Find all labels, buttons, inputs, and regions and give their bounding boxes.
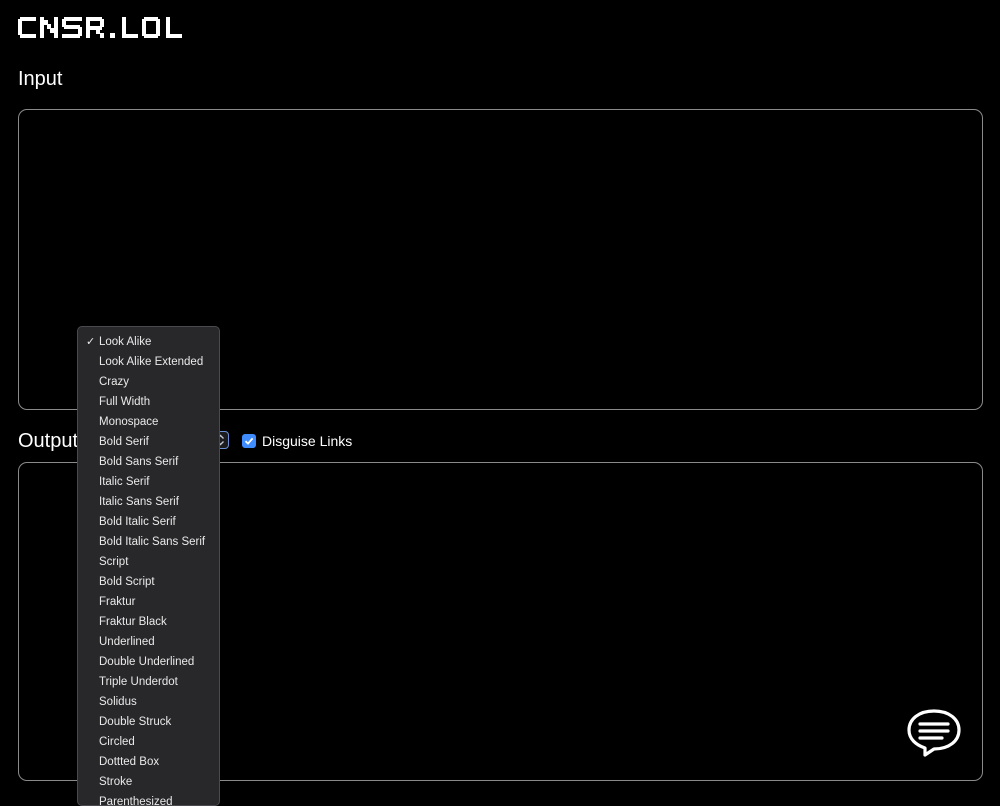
menu-item-label: Underlined [99, 636, 155, 648]
menu-item-label: Full Width [99, 396, 151, 408]
menu-item[interactable]: Bold Serif [78, 432, 219, 452]
menu-item-label: Double Struck [99, 716, 172, 728]
checkmark-icon: ✓ [86, 336, 96, 348]
menu-item[interactable]: Bold Sans Serif [78, 452, 219, 472]
menu-item[interactable]: Parenthesized [78, 792, 219, 806]
menu-item[interactable]: Script [78, 552, 219, 572]
menu-item[interactable]: Italic Serif [78, 472, 219, 492]
menu-item[interactable]: Double Underlined [78, 652, 219, 672]
checkmark-icon [244, 437, 254, 445]
menu-item[interactable]: Fraktur [78, 592, 219, 612]
menu-item-label: Fraktur [99, 596, 136, 608]
menu-item-label: Look Alike Extended [99, 356, 204, 368]
menu-item[interactable]: Look Alike Extended [78, 352, 219, 372]
menu-item[interactable]: Fraktur Black [78, 612, 219, 632]
menu-item[interactable]: Bold Italic Serif [78, 512, 219, 532]
menu-item[interactable]: Underlined [78, 632, 219, 652]
menu-item[interactable]: Circled [78, 732, 219, 752]
menu-item-label: Double Underlined [99, 656, 195, 668]
chat-button[interactable] [906, 708, 962, 763]
menu-item-label: Dottted Box [99, 756, 160, 768]
menu-item-label: Solidus [99, 696, 137, 708]
menu-item-label: Bold Sans Serif [99, 456, 179, 468]
disguise-links-label[interactable]: Disguise Links [262, 433, 352, 449]
menu-item-label: Look Alike [99, 336, 152, 348]
menu-item[interactable]: Bold Script [78, 572, 219, 592]
menu-item-label: Monospace [99, 416, 159, 428]
menu-item[interactable]: Triple Underdot [78, 672, 219, 692]
menu-item[interactable]: Bold Italic Sans Serif [78, 532, 219, 552]
chat-bubble-icon [907, 709, 961, 757]
menu-item-label: Bold Serif [99, 436, 149, 448]
menu-item-label: Circled [99, 736, 135, 748]
menu-item[interactable]: Italic Sans Serif [78, 492, 219, 512]
menu-item[interactable]: Stroke [78, 772, 219, 792]
menu-item-label: Bold Italic Serif [99, 516, 176, 528]
menu-item-label: Italic Serif [99, 476, 150, 488]
input-heading: Input [18, 68, 63, 90]
menu-item[interactable]: Monospace [78, 412, 219, 432]
menu-item[interactable]: Double Struck [78, 712, 219, 732]
menu-item-label: Italic Sans Serif [99, 496, 179, 508]
menu-item-label: Triple Underdot [99, 676, 178, 688]
menu-item[interactable]: Dottted Box [78, 752, 219, 772]
disguise-links-checkbox[interactable] [242, 434, 256, 448]
menu-item-label: Fraktur Black [99, 616, 167, 628]
menu-item-label: Bold Script [99, 576, 155, 588]
menu-item-label: Bold Italic Sans Serif [99, 536, 206, 548]
output-heading: Output [18, 430, 79, 452]
menu-item[interactable]: Crazy [78, 372, 219, 392]
menu-item-label: Parenthesized [99, 796, 173, 806]
menu-item-label: Crazy [99, 376, 130, 388]
style-dropdown-menu[interactable]: ✓ Look Alike Look Alike Extended Crazy Fu… [77, 326, 220, 806]
menu-item[interactable]: ✓ Look Alike [78, 332, 219, 352]
menu-item[interactable]: Solidus [78, 692, 219, 712]
menu-item-label: Stroke [99, 776, 133, 788]
menu-item[interactable]: Full Width [78, 392, 219, 412]
menu-item-label: Script [99, 556, 129, 568]
logo [18, 17, 200, 44]
